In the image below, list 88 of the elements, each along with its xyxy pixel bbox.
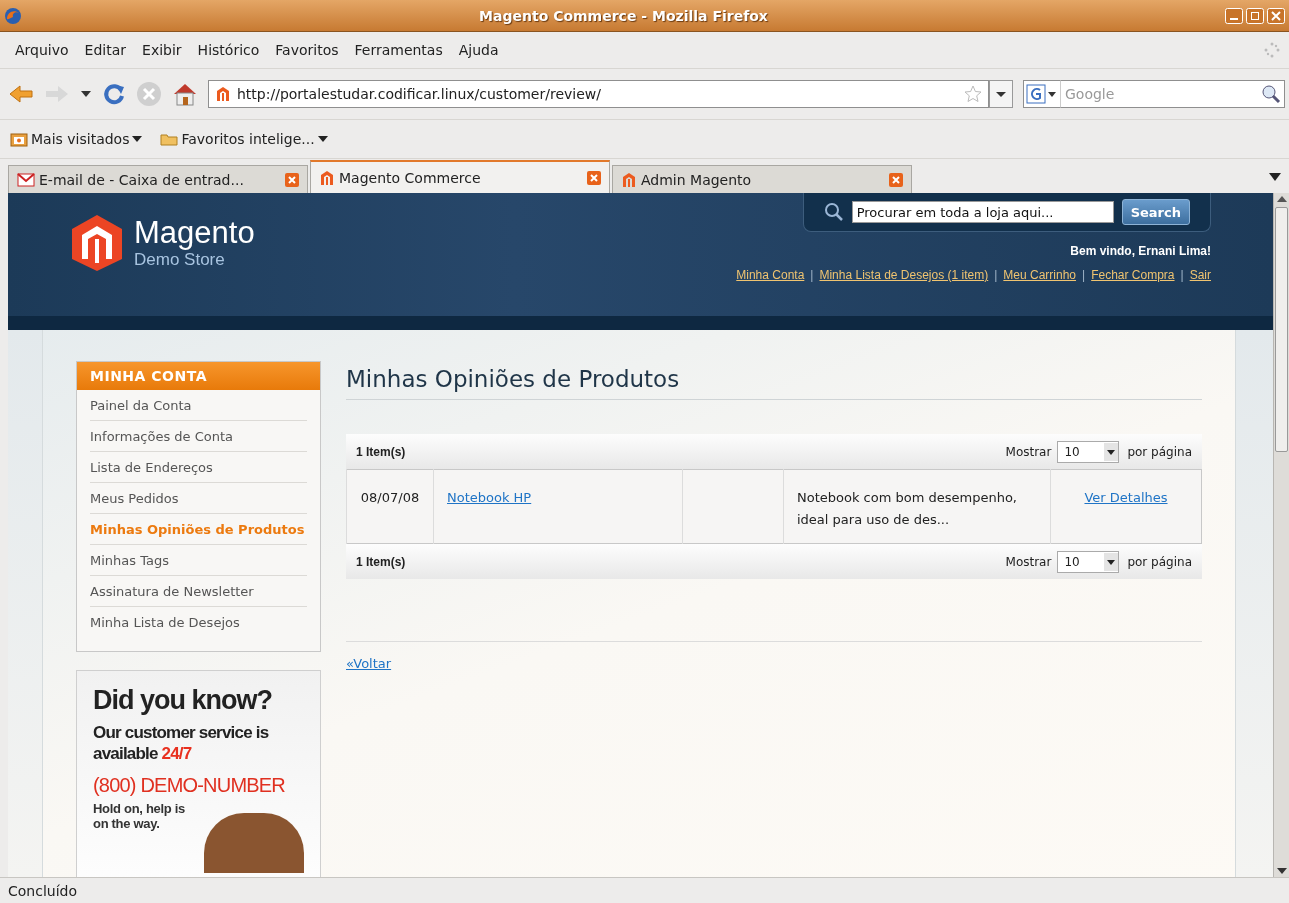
promo-text: Our customer service is available 24/7: [93, 722, 270, 764]
menu-item[interactable]: Arquivo: [8, 42, 76, 58]
pager-label: por página: [1127, 554, 1192, 569]
firefox-icon: [4, 6, 22, 25]
header-link[interactable]: Minha Lista de Desejos (1 item): [819, 268, 989, 282]
store-logo-subtitle: Demo Store: [134, 250, 226, 270]
per-page-select[interactable]: 10: [1057, 440, 1120, 463]
menu-item[interactable]: Editar: [77, 42, 134, 58]
store-logo-name: Magento: [134, 216, 255, 250]
menu-item[interactable]: Ajuda: [451, 42, 506, 58]
mail-icon: [17, 172, 35, 187]
account-menu-item[interactable]: Assinatura de Newsletter: [90, 576, 307, 607]
tab-close-icon[interactable]: [285, 172, 299, 187]
dropdown-caret-icon: [317, 136, 328, 142]
promo-heading: Did you know?: [93, 685, 273, 716]
tab-close-icon[interactable]: [587, 170, 601, 185]
account-menu-item[interactable]: Painel da Conta: [90, 390, 307, 421]
back-link[interactable]: «Voltar: [346, 656, 392, 671]
header-link[interactable]: Fechar Compra: [1091, 268, 1175, 282]
item-count: 1 Item(s): [356, 444, 406, 459]
scroll-thumb[interactable]: [1275, 207, 1288, 452]
pager-label: Mostrar: [1005, 444, 1052, 459]
menu-item[interactable]: Ferramentas: [347, 42, 450, 58]
account-menu-item[interactable]: Informações de Conta: [90, 421, 307, 452]
header-link[interactable]: Minha Conta: [736, 268, 805, 282]
status-bar-text: Concluído: [0, 877, 1289, 903]
account-menu-item[interactable]: Lista de Endereços: [90, 452, 307, 483]
reload-icon[interactable]: [102, 82, 126, 106]
menu-item[interactable]: Histórico: [190, 42, 267, 58]
tab-close-icon[interactable]: [889, 172, 903, 187]
promo-note: Hold on, help is on the way.: [93, 801, 186, 833]
scroll-up-arrow-icon[interactable]: [1276, 195, 1287, 203]
tab-list-caret-icon[interactable]: [1269, 173, 1281, 181]
browser-tab[interactable]: Admin Magento: [612, 165, 912, 193]
home-icon[interactable]: [172, 82, 198, 106]
link-separator: |: [1082, 268, 1086, 282]
throbber-icon: [1263, 41, 1281, 59]
account-menu-title: MINHA CONTA: [77, 362, 320, 390]
welcome-message: Bem vindo, Ernani Lima!: [1070, 244, 1211, 258]
menu-item[interactable]: Exibir: [135, 42, 189, 58]
table-cell: 08/07/08: [346, 469, 434, 544]
site-favicon-icon: [621, 171, 637, 188]
search-button[interactable]: Search: [1121, 199, 1190, 225]
google-engine-icon[interactable]: [1026, 84, 1058, 104]
folder-icon: [160, 131, 179, 147]
account-menu-item[interactable]: Meus Pedidos: [90, 483, 307, 514]
scroll-down-arrow-icon[interactable]: [1276, 867, 1287, 875]
bookmark-item[interactable]: Favoritos intelige...: [160, 131, 328, 147]
bookmark-item[interactable]: Mais visitados: [10, 131, 143, 147]
link-separator: |: [994, 268, 998, 282]
window-title: Magento Commerce - Mozilla Firefox: [478, 7, 769, 24]
menu-item[interactable]: Favoritos: [268, 42, 346, 58]
dropdown-caret-icon[interactable]: [80, 90, 92, 98]
table-cell: Notebook com bom desempenho, ideal para uso de des...: [783, 469, 1051, 544]
browser-tab[interactable]: Magento Commerce: [310, 160, 610, 193]
page-title: Minhas Opiniões de Produtos: [346, 361, 1202, 400]
folder-feed-icon: [10, 131, 28, 147]
browser-tab[interactable]: E-mail de - Caixa de entrad...: [8, 165, 308, 193]
history-dropdown-button[interactable]: [989, 80, 1013, 108]
account-menu-item[interactable]: Minhas Tags: [90, 545, 307, 576]
header-link[interactable]: Sair: [1189, 268, 1211, 282]
store-search-field[interactable]: Procurar em toda a loja aqui...: [851, 201, 1114, 223]
magento-logo-icon: [70, 213, 124, 273]
site-favicon-icon: [215, 86, 231, 102]
dropdown-caret-icon: [1104, 442, 1119, 461]
minimize-button[interactable]: [1225, 7, 1243, 24]
product-link[interactable]: Notebook HP: [447, 490, 532, 505]
per-page-select[interactable]: 10: [1057, 550, 1120, 573]
bookmark-star-icon[interactable]: [964, 85, 982, 103]
address-field[interactable]: http://portalestudar.codificar.linux/customer/review/: [208, 80, 989, 108]
site-favicon-icon: [319, 169, 335, 186]
item-count: 1 Item(s): [356, 554, 406, 569]
scrollbar[interactable]: [1273, 193, 1289, 877]
maximize-button[interactable]: [1246, 7, 1264, 24]
link-separator: |: [1180, 268, 1184, 282]
search-field[interactable]: Google: [1060, 80, 1285, 108]
close-button[interactable]: [1267, 7, 1285, 24]
header-link[interactable]: Meu Carrinho: [1003, 268, 1077, 282]
pager-label: Mostrar: [1005, 554, 1052, 569]
pager-label: por página: [1127, 444, 1192, 459]
link-separator: |: [810, 268, 814, 282]
dropdown-caret-icon: [132, 136, 143, 142]
dropdown-caret-icon: [1104, 552, 1119, 571]
account-menu-item[interactable]: Minha Lista de Desejos: [90, 607, 307, 637]
promo-phone-number: (800) DEMO-NUMBER: [93, 774, 286, 797]
search-icon: [823, 202, 844, 222]
details-link[interactable]: Ver Detalhes: [1084, 490, 1168, 505]
back-arrow-icon[interactable]: [8, 83, 34, 105]
